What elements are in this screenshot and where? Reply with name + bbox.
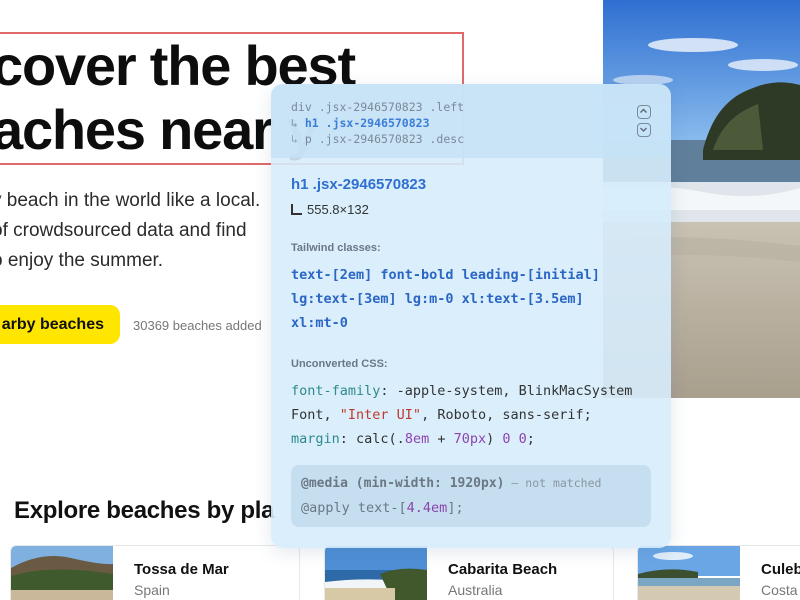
dimensions-icon <box>291 204 302 215</box>
hero-description-line: o enjoy the summer. <box>0 250 164 271</box>
tailwind-class-line[interactable]: text-[2em] font-bold leading-[initial] <box>291 267 600 283</box>
css-number: 0 <box>502 431 511 447</box>
css-value: Font, <box>291 407 340 423</box>
place-country: Spain <box>134 582 170 598</box>
css-inspector-panel[interactable]: div .jsx-2946570823 .left ↳ h1 .jsx-2946… <box>271 84 671 548</box>
media-query-status: – not matched <box>504 476 602 490</box>
css-property: font-family <box>291 383 381 399</box>
beach-count-label: 30369 beaches added <box>133 318 262 333</box>
css-value: ) <box>486 431 503 447</box>
place-card-tossa-de-mar[interactable]: Tossa de Mar Spain <box>10 545 300 600</box>
place-card-cabarita-beach[interactable]: Cabarita Beach Australia <box>324 545 614 600</box>
dimensions-value: 555.8×132 <box>307 202 369 217</box>
breadcrumb-item-parent[interactable]: div .jsx-2946570823 .left <box>291 100 464 114</box>
hero-description-line: of crowdsourced data and find <box>0 220 247 241</box>
element-dimensions: 555.8×132 <box>291 202 369 217</box>
hero-description-line: y beach in the world like a local. <box>0 190 261 211</box>
place-country: Australia <box>448 582 503 598</box>
breadcrumb-child-label: p .jsx-2946570823 .desc <box>304 132 465 146</box>
unconverted-css-label: Unconverted CSS: <box>291 358 388 370</box>
css-string: "Inter UI" <box>339 407 422 423</box>
place-name: Culeb <box>761 561 800 578</box>
place-country: Costa <box>761 582 798 598</box>
breadcrumb-item-current[interactable]: ↳ h1 .jsx-2946570823 <box>291 116 430 130</box>
media-query-line: @media (min-width: 1920px) – not matched <box>301 476 601 491</box>
place-thumbnail <box>325 546 427 600</box>
place-name: Tossa de Mar <box>134 561 229 578</box>
css-number: 70px <box>453 431 487 447</box>
breadcrumb-arrow-icon: ↳ <box>291 116 298 130</box>
apply-rule: @apply text-[ <box>301 500 407 516</box>
place-name: Cabarita Beach <box>448 561 558 578</box>
css-value: : calc(. <box>339 431 405 447</box>
css-value <box>511 431 519 447</box>
css-declaration-font-family-cont[interactable]: Font, "Inter UI", Roboto, sans-serif; <box>291 407 592 423</box>
css-number: 8em <box>404 431 430 447</box>
selected-element-title: h1 .jsx-2946570823 <box>291 176 427 193</box>
media-query-block[interactable]: @media (min-width: 1920px) – not matched… <box>291 465 651 527</box>
place-thumbnail <box>638 546 740 600</box>
css-value: ; <box>526 431 535 447</box>
css-value: , Roboto, sans-serif; <box>421 407 592 423</box>
css-value: + <box>429 431 454 447</box>
css-number: 0 <box>518 431 527 447</box>
chevron-up-icon[interactable] <box>637 105 651 119</box>
tailwind-class-line[interactable]: xl:mt-0 <box>291 315 348 331</box>
tailwind-class-line[interactable]: lg:text-[3em] lg:m-0 xl:text-[3.5em] <box>291 291 584 307</box>
explore-section-title: Explore beaches by pla <box>14 497 275 524</box>
css-property: margin <box>291 431 340 447</box>
css-declaration-font-family[interactable]: font-family: -apple-system, BlinkMacSyst… <box>291 383 632 399</box>
place-card-culebra[interactable]: Culeb Costa <box>637 545 800 600</box>
apply-rule: ]; <box>447 500 464 516</box>
breadcrumb-current-label: h1 .jsx-2946570823 <box>304 116 430 130</box>
css-declaration-margin[interactable]: margin: calc(.8em + 70px) 0 0; <box>291 431 535 447</box>
apply-value: 4.4em <box>406 500 448 516</box>
css-value: : -apple-system, BlinkMacSystem <box>380 383 633 399</box>
tailwind-classes-label: Tailwind classes: <box>291 242 381 254</box>
breadcrumb-item-child[interactable]: ↳ p .jsx-2946570823 .desc <box>291 132 464 146</box>
media-query: @media (min-width: 1920px) <box>301 476 505 491</box>
chevron-down-icon[interactable] <box>637 123 651 137</box>
media-apply-line: @apply text-[4.4em]; <box>301 500 464 516</box>
nearby-beaches-button[interactable]: arby beaches <box>0 305 120 344</box>
breadcrumb-arrow-icon: ↳ <box>291 132 298 146</box>
hero-description: y beach in the world like a local. of cr… <box>0 186 292 276</box>
place-thumbnail <box>11 546 113 600</box>
